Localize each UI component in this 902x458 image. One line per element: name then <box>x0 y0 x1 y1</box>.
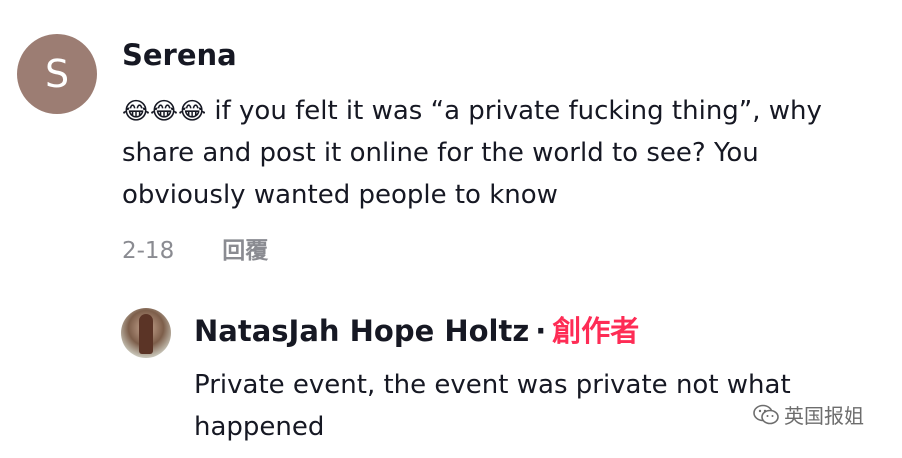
separator-dot: · <box>535 314 547 348</box>
comment-meta: 2-18 回覆 <box>122 231 268 265</box>
wechat-icon <box>753 404 779 424</box>
watermark: 英国报姐 <box>752 400 864 429</box>
reply-avatar[interactable] <box>121 308 171 358</box>
laughing-emoji-icon: 😂😂😂 <box>122 97 207 125</box>
comment-body: if you felt it was “a private fucking th… <box>122 96 822 210</box>
reply-header: NatasJah Hope Holtz · 創作者 <box>194 308 639 350</box>
watermark-text: 英国报姐 <box>784 404 864 428</box>
reply-button[interactable]: 回覆 <box>222 238 268 264</box>
creator-badge: 創作者 <box>552 314 640 348</box>
reply-username[interactable]: NatasJah Hope Holtz <box>194 314 529 348</box>
avatar-figure <box>139 314 153 354</box>
comment-text: 😂😂😂 if you felt it was “a private fuckin… <box>122 90 882 216</box>
comment-date: 2-18 <box>122 238 175 264</box>
comment-username[interactable]: Serena <box>122 38 237 72</box>
avatar[interactable]: S <box>17 34 97 114</box>
